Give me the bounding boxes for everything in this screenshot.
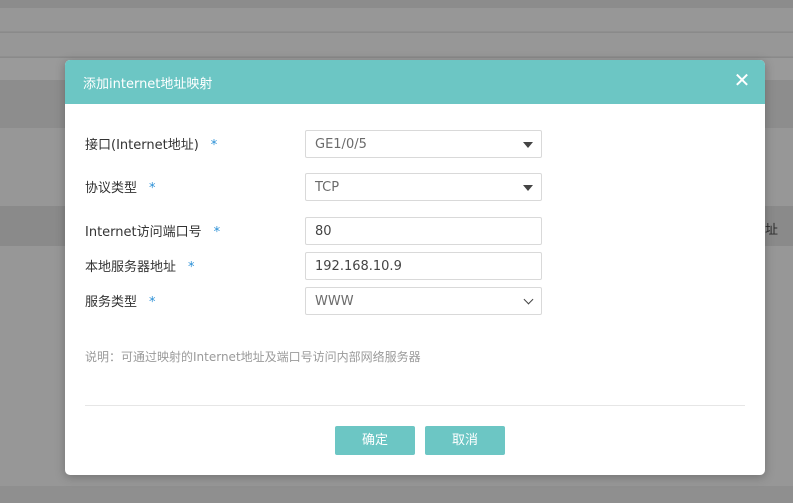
service-type-select[interactable]: WWW bbox=[305, 287, 542, 315]
required-star: * bbox=[210, 138, 218, 153]
dialog-header: 添加internet地址映射 ✕ bbox=[65, 60, 765, 104]
dialog-note: 说明：可通过映射的Internet地址及端口号访问内部网络服务器 bbox=[85, 350, 421, 364]
background-band bbox=[0, 0, 793, 8]
interface-select[interactable]: GE1/0/5 bbox=[305, 130, 542, 158]
cancel-button[interactable]: 取消 bbox=[425, 426, 505, 455]
background-row bbox=[0, 33, 793, 57]
dialog-divider bbox=[85, 405, 745, 406]
caret-down-icon bbox=[523, 185, 533, 191]
required-star: * bbox=[149, 181, 156, 196]
required-star: * bbox=[213, 225, 221, 240]
server-address-input[interactable]: 192.168.10.9 bbox=[305, 252, 542, 280]
internet-port-input[interactable]: 80 bbox=[305, 217, 542, 245]
service-type-label: 服务类型 * bbox=[85, 295, 156, 310]
add-internet-mapping-dialog: 添加internet地址映射 ✕ 接口(Internet地址) * GE1/0/5… bbox=[65, 60, 765, 475]
caret-down-icon bbox=[523, 142, 533, 148]
interface-select-value: GE1/0/5 bbox=[315, 137, 367, 152]
internet-port-label: Internet访问端口号 * bbox=[85, 225, 221, 240]
server-address-value: 192.168.10.9 bbox=[315, 259, 402, 274]
background-footer bbox=[0, 486, 793, 503]
interface-label: 接口(Internet地址) * bbox=[85, 138, 218, 153]
close-icon[interactable]: ✕ bbox=[731, 69, 753, 91]
service-type-value: WWW bbox=[315, 294, 354, 309]
chevron-down-icon bbox=[523, 294, 534, 305]
protocol-select[interactable]: TCP bbox=[305, 173, 542, 201]
background-column-header-text: 址 bbox=[765, 223, 779, 238]
required-star: * bbox=[149, 295, 156, 310]
protocol-select-value: TCP bbox=[315, 180, 340, 195]
confirm-button[interactable]: 确定 bbox=[335, 426, 415, 455]
dialog-title: 添加internet地址映射 bbox=[83, 77, 213, 92]
required-star: * bbox=[188, 260, 195, 275]
server-address-label: 本地服务器地址 * bbox=[85, 260, 195, 275]
protocol-label: 协议类型 * bbox=[85, 181, 156, 196]
background-row bbox=[0, 8, 793, 32]
internet-port-value: 80 bbox=[315, 224, 332, 239]
